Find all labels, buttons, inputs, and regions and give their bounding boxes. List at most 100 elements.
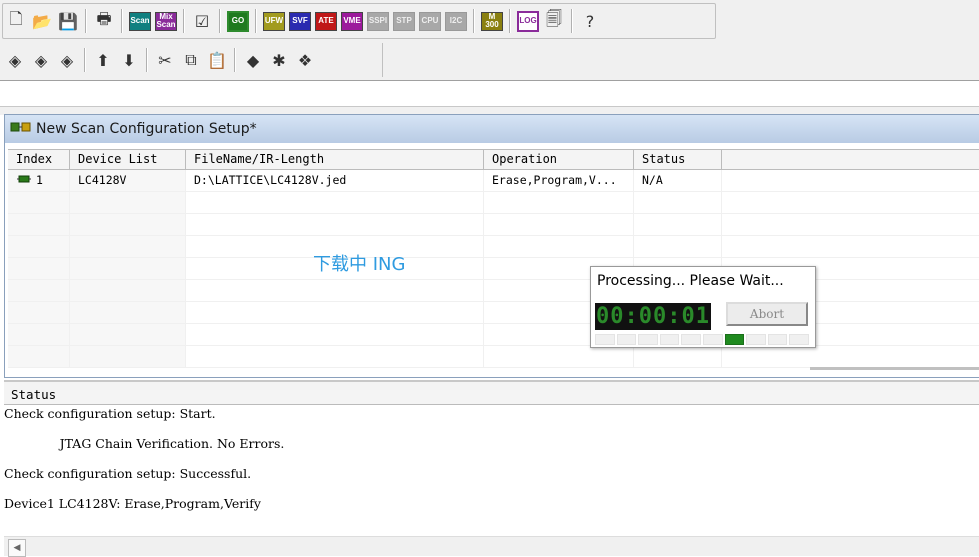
horizontal-scrollbar[interactable]: ◀ [4,536,979,557]
empty-row [8,280,979,302]
progress-segment [595,334,615,345]
device-table: Index Device List FileName/IR-Length Ope… [8,149,979,368]
empty-row [8,302,979,324]
new-file-button[interactable]: 🗋 [5,8,27,32]
device-chip-icon [16,170,32,191]
status-line: Check configuration setup: Start. [4,406,216,421]
go-icon: GO [227,10,249,32]
column-header-operation[interactable]: Operation [484,150,634,169]
toolbar-separator [183,9,185,33]
checklist-icon: ☑ [194,11,210,31]
cpu-button[interactable]: CPU [419,10,441,32]
blank-strip [0,81,979,106]
config-title-bar: New Scan Configuration Setup* [5,115,979,143]
progress-segment [681,334,701,345]
device-toolbar: ◈ ◈ ◈ ⬆ ⬇ ✂ ⧉ 📋 ◆ ✱ ❖ [2,43,383,77]
column-header-index[interactable]: Index [8,150,70,169]
ate-button[interactable]: ATE [315,10,337,32]
progress-segment [724,334,745,345]
svf-button[interactable]: SVF [289,10,311,32]
open-folder-button[interactable]: 📂 [31,10,53,32]
paste-icon: 📋 [207,50,227,70]
chip-insert-icon: ◈ [34,50,48,70]
mix-scan-icon: Mix Scan [155,11,177,31]
progress-segment [789,334,809,345]
progress-segment [767,334,788,345]
export-button[interactable]: 🗐 [543,9,565,32]
vme-icon: VME [341,11,363,31]
chip-add-icon: ◈ [8,50,22,70]
cpu-icon: CPU [419,11,441,31]
toolbar-separator [85,9,87,33]
processing-dialog: Processing... Please Wait... 00:00:01 Ab… [590,266,816,348]
checklist-button[interactable]: ☑ [191,10,213,32]
empty-row [8,258,979,280]
row-index-cell[interactable]: 1 [8,170,70,191]
column-header-blank [722,150,979,169]
main-toolbar: 🗋 📂 💾 🖶 Scan Mix Scan ☑ GO UFW SVF ATE VME SSPI STP CP… [2,3,716,39]
copy-button[interactable]: ⧉ [180,49,202,71]
toolbar-separator [146,48,148,72]
toolbar-separator [571,9,573,33]
chip-down-button[interactable]: ⬇ [118,49,140,71]
elapsed-timer: 00:00:01 [595,303,711,330]
chip-settings-button[interactable]: ✱ [268,49,290,71]
log-button[interactable]: LOG [517,10,539,32]
chip-remove-button[interactable]: ◈ [56,49,78,71]
svf-icon: SVF [289,11,311,31]
ate-icon: ATE [315,11,337,31]
log-icon: LOG [517,10,539,32]
mix-scan-button[interactable]: Mix Scan [155,10,177,32]
row-status[interactable]: N/A [634,170,722,191]
row-device[interactable]: LC4128V [70,170,186,191]
column-header-file[interactable]: FileName/IR-Length [186,150,484,169]
chip-edit-button[interactable]: ◆ [242,49,264,71]
save-button[interactable]: 💾 [57,10,79,32]
i2c-button[interactable]: I2C [445,10,467,32]
copy-icon: ⧉ [185,50,197,69]
new-file-icon: 🗋 [9,8,23,28]
ufw-button[interactable]: UFW [263,10,285,32]
ufw-icon: UFW [263,11,285,31]
empty-row [8,324,979,346]
config-window-title: New Scan Configuration Setup* [36,121,257,137]
open-folder-icon: 📂 [32,11,52,31]
empty-row [8,346,979,368]
chip-add-button[interactable]: ◈ [4,49,26,71]
chip-down-icon: ⬇ [122,50,136,70]
abort-button[interactable]: Abort [726,302,808,326]
chain-icon [10,120,32,138]
stp-icon: STP [393,11,415,31]
help-icon: ? [585,11,595,31]
table-row[interactable]: 1 LC4128V D:\LATTICE\LC4128V.jed Erase,P… [8,170,979,192]
sspi-button[interactable]: SSPI [367,10,389,32]
empty-row [8,214,979,236]
chip-scan-button[interactable]: ❖ [294,49,316,71]
chip-insert-button[interactable]: ◈ [30,49,52,71]
chip-up-button[interactable]: ⬆ [92,49,114,71]
paste-button[interactable]: 📋 [206,49,228,71]
print-icon: 🖶 [96,8,112,28]
scan-button[interactable]: Scan [129,10,151,32]
go-button[interactable]: GO [227,10,249,32]
row-blank [722,170,979,191]
column-header-status[interactable]: Status [634,150,722,169]
m300-button[interactable]: M 300 [481,10,503,32]
toolbar-area: 🗋 📂 💾 🖶 Scan Mix Scan ☑ GO UFW SVF ATE VME SSPI STP CP… [0,0,979,81]
progress-segment [702,334,723,345]
row-file[interactable]: D:\LATTICE\LC4128V.jed [186,170,484,191]
progress-segment [659,334,680,345]
vme-button[interactable]: VME [341,10,363,32]
help-button[interactable]: ? [579,10,601,32]
toolbar-separator [84,48,86,72]
scroll-left-icon[interactable]: ◀ [8,539,26,557]
row-operation[interactable]: Erase,Program,V... [484,170,634,191]
toolbar-separator [234,48,236,72]
cut-button[interactable]: ✂ [154,49,176,71]
chip-up-icon: ⬆ [96,50,110,70]
column-header-device[interactable]: Device List [70,150,186,169]
status-line: JTAG Chain Verification. No Errors. [4,436,285,451]
progress-segment [746,334,766,345]
print-button[interactable]: 🖶 [93,8,115,32]
stp-button[interactable]: STP [393,10,415,32]
